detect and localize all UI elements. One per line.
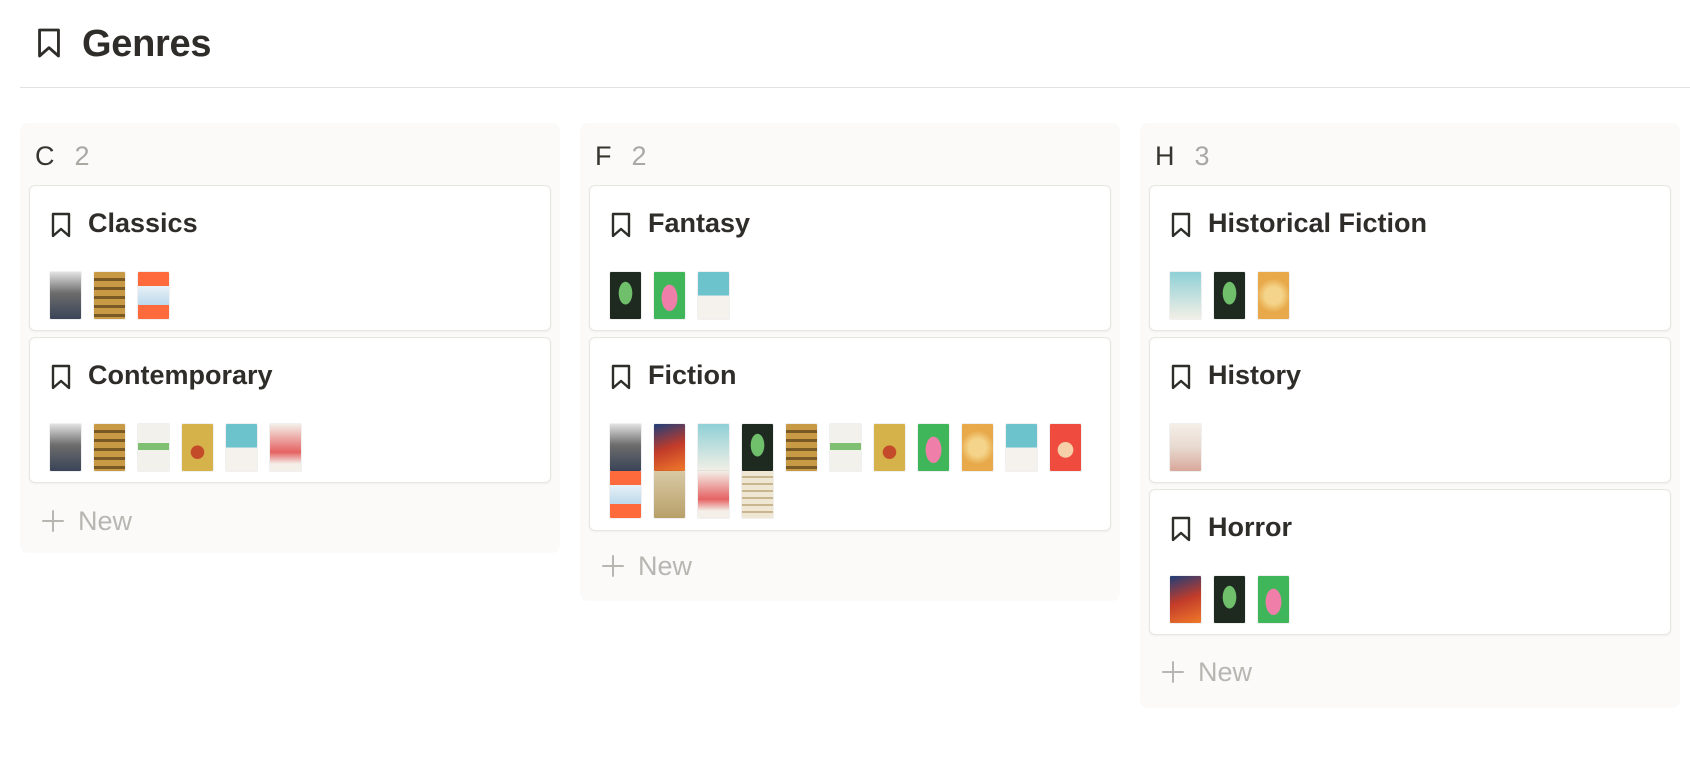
book-cover[interactable] xyxy=(138,424,169,471)
book-covers xyxy=(50,424,534,471)
column-header[interactable]: F2 xyxy=(595,139,647,173)
column-count: 3 xyxy=(1194,141,1210,171)
card-title-label: Historical Fiction xyxy=(1208,208,1428,238)
book-cover[interactable] xyxy=(94,424,125,471)
book-cover[interactable] xyxy=(698,424,729,471)
bookmark-icon xyxy=(1170,516,1192,542)
book-cover[interactable] xyxy=(742,471,773,518)
card-title-label: Contemporary xyxy=(88,360,273,390)
genre-card[interactable]: Fantasy xyxy=(589,185,1111,331)
genre-card[interactable]: Classics xyxy=(29,185,551,331)
book-cover[interactable] xyxy=(270,424,301,471)
book-cover[interactable] xyxy=(1214,576,1245,623)
bookmark-icon xyxy=(50,212,72,238)
plus-icon xyxy=(42,510,64,532)
book-covers xyxy=(1170,424,1654,471)
book-cover[interactable] xyxy=(654,272,685,319)
bookmark-icon xyxy=(610,364,632,390)
book-covers xyxy=(610,272,1094,319)
book-covers xyxy=(1170,272,1654,319)
bookmark-icon xyxy=(1170,364,1192,390)
book-cover[interactable] xyxy=(1050,424,1081,471)
book-cover[interactable] xyxy=(918,424,949,471)
board-column: C2 Classics Contemporary New xyxy=(20,123,560,553)
column-name: F xyxy=(595,141,612,171)
bookmark-icon xyxy=(610,212,632,238)
book-cover[interactable] xyxy=(830,424,861,471)
page-title: Genres xyxy=(82,23,212,65)
card-title-label: Fantasy xyxy=(648,208,751,238)
book-cover[interactable] xyxy=(138,272,169,319)
book-cover[interactable] xyxy=(1170,272,1201,319)
card-title-label: Fiction xyxy=(648,360,737,390)
book-covers xyxy=(610,424,1094,518)
book-cover[interactable] xyxy=(1170,424,1201,471)
book-cover[interactable] xyxy=(874,424,905,471)
card-title-label: Horror xyxy=(1208,512,1293,542)
book-cover[interactable] xyxy=(1258,272,1289,319)
book-cover[interactable] xyxy=(610,272,641,319)
genre-card[interactable]: Fiction xyxy=(589,337,1111,531)
book-cover[interactable] xyxy=(1006,424,1037,471)
bookmark-icon xyxy=(50,364,72,390)
genre-card[interactable]: History xyxy=(1149,337,1671,483)
book-cover[interactable] xyxy=(698,471,729,518)
column-header[interactable]: H3 xyxy=(1155,139,1210,173)
bookmark-icon xyxy=(36,26,62,60)
book-covers xyxy=(1170,576,1654,623)
book-cover[interactable] xyxy=(1258,576,1289,623)
book-cover[interactable] xyxy=(962,424,993,471)
book-cover[interactable] xyxy=(654,471,685,518)
board-column: H3 Historical Fiction History Horror New xyxy=(1140,123,1680,708)
column-name: H xyxy=(1155,141,1175,171)
book-cover[interactable] xyxy=(610,424,641,471)
bookmark-icon xyxy=(1170,212,1192,238)
book-cover[interactable] xyxy=(698,272,729,319)
book-cover[interactable] xyxy=(226,424,257,471)
plus-icon xyxy=(1162,661,1184,683)
book-cover[interactable] xyxy=(94,272,125,319)
book-cover[interactable] xyxy=(50,272,81,319)
book-covers xyxy=(50,272,534,319)
new-card-label: New xyxy=(78,506,133,536)
column-count: 2 xyxy=(631,141,647,171)
book-cover[interactable] xyxy=(182,424,213,471)
genre-card[interactable]: Horror xyxy=(1149,489,1671,635)
book-cover[interactable] xyxy=(786,424,817,471)
book-cover[interactable] xyxy=(610,471,641,518)
genre-card[interactable]: Contemporary xyxy=(29,337,551,483)
column-header[interactable]: C2 xyxy=(35,139,90,173)
plus-icon xyxy=(602,555,624,577)
column-count: 2 xyxy=(74,141,90,171)
book-cover[interactable] xyxy=(1170,576,1201,623)
book-cover[interactable] xyxy=(1214,272,1245,319)
book-cover[interactable] xyxy=(654,424,685,471)
column-name: C xyxy=(35,141,55,171)
genre-card[interactable]: Historical Fiction xyxy=(1149,185,1671,331)
book-cover[interactable] xyxy=(50,424,81,471)
book-cover[interactable] xyxy=(742,424,773,471)
card-title-label: History xyxy=(1208,360,1302,390)
page-header: Genres xyxy=(20,0,1690,88)
card-title-label: Classics xyxy=(88,208,198,238)
new-card-label: New xyxy=(638,551,693,581)
new-card-label: New xyxy=(1198,657,1253,687)
board-column: F2 Fantasy Fiction New xyxy=(580,123,1120,601)
